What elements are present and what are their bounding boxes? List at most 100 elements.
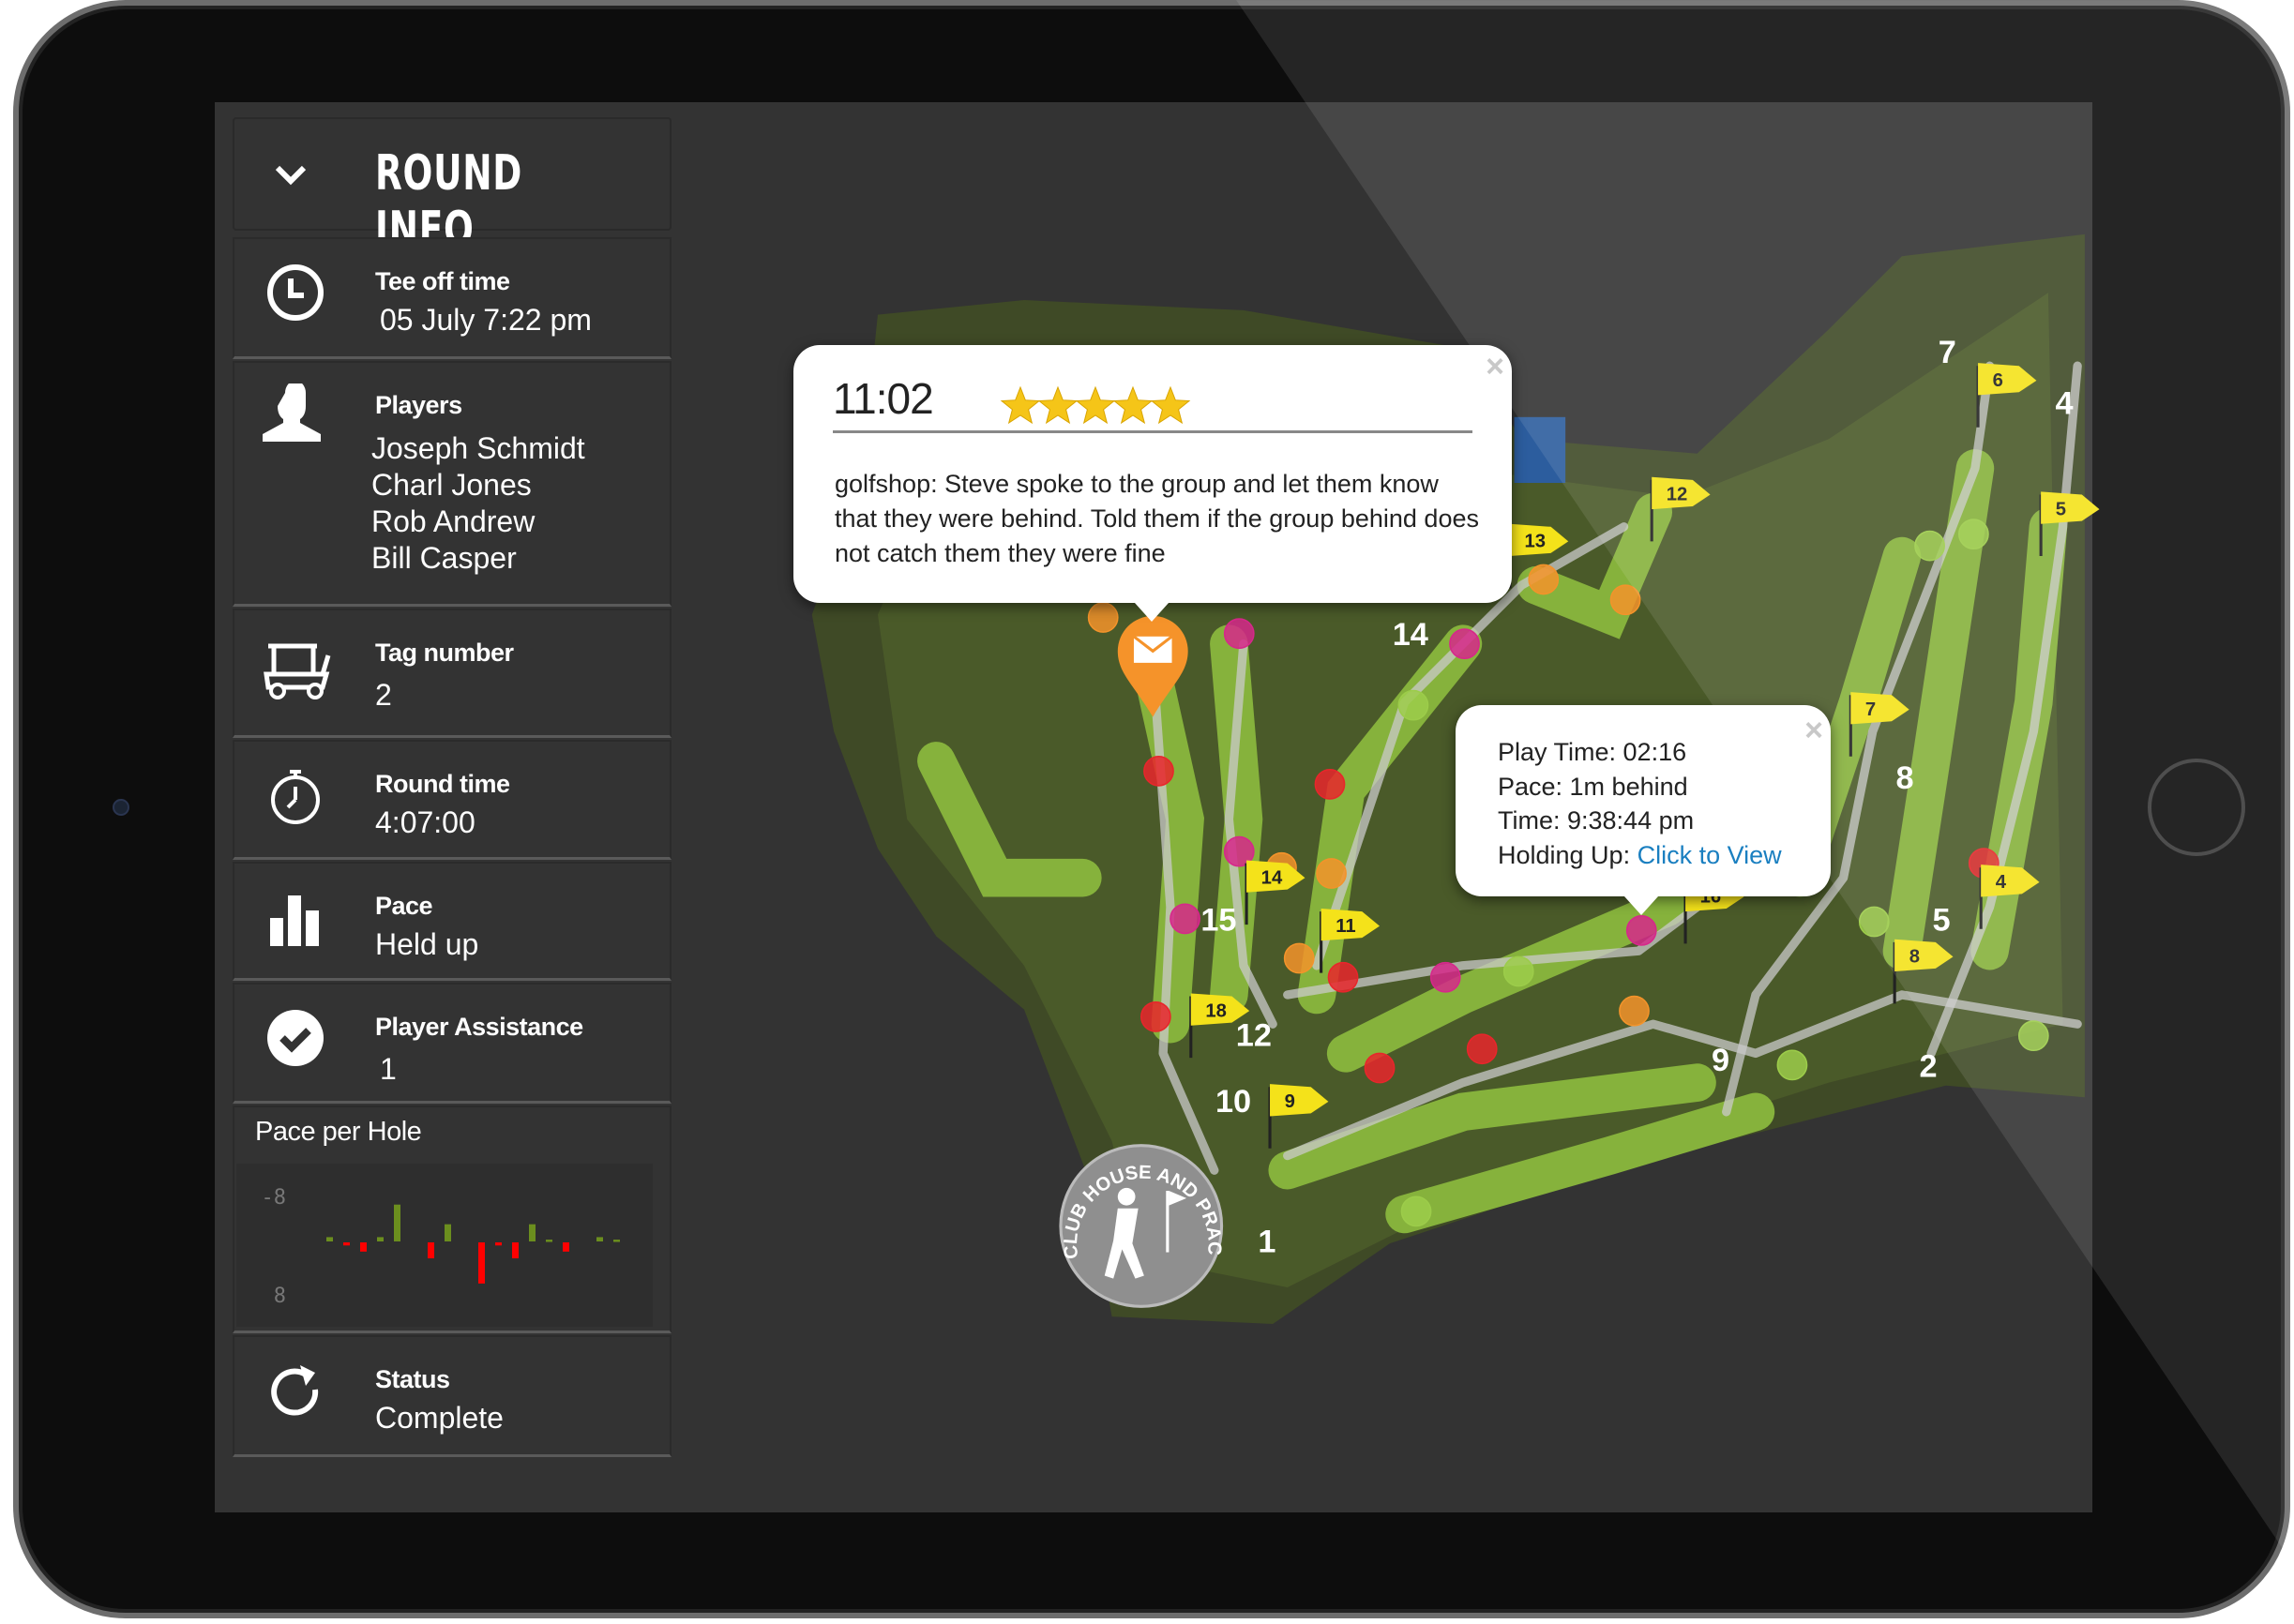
hole-number[interactable]: 12 <box>1236 1018 1272 1054</box>
holding-up-label: Holding Up: <box>1498 840 1637 869</box>
bar-hole-14 <box>546 1240 552 1242</box>
group-marker-behind[interactable] <box>1143 755 1174 787</box>
round-time-value: 4:07:00 <box>375 805 475 839</box>
hole-number[interactable]: 9 <box>1712 1043 1729 1078</box>
star-icon <box>1150 385 1191 425</box>
assistance-section: Player Assistance 1 <box>233 983 672 1104</box>
assistance-label: Player Assistance <box>375 1013 583 1041</box>
rating-stars <box>1000 385 1191 425</box>
tee-off-label: Tee off time <box>375 267 510 295</box>
group-marker-held-up[interactable] <box>1223 618 1255 650</box>
close-button[interactable]: × <box>1804 713 1823 749</box>
bar-hole-2 <box>343 1242 350 1246</box>
hole-label: 13 <box>1524 532 1546 552</box>
player-name: Bill Casper <box>371 541 517 575</box>
group-marker-warning[interactable] <box>1316 858 1347 889</box>
hole-label: 9 <box>1285 1091 1295 1112</box>
hole-number[interactable]: 1 <box>1258 1225 1275 1260</box>
tee-off-value: 05 July 7:22 pm <box>380 303 592 337</box>
tag-value: 2 <box>375 678 392 712</box>
close-button[interactable]: × <box>1486 349 1504 385</box>
message-text: golfshop: Steve spoke to the group and l… <box>835 470 1479 567</box>
hole-number[interactable]: 10 <box>1215 1084 1251 1120</box>
group-marker-held-up[interactable] <box>1449 628 1480 659</box>
hole-number[interactable]: 15 <box>1200 902 1236 938</box>
star-icon <box>1075 385 1116 425</box>
group-marker-held-up[interactable] <box>1170 903 1200 935</box>
divider <box>833 430 1472 433</box>
group-marker-behind[interactable] <box>1466 1033 1498 1065</box>
group-marker-warning[interactable] <box>1619 995 1650 1027</box>
player-name: Joseph Schmidt <box>371 431 585 465</box>
y-tick-label: 8 <box>274 1285 286 1308</box>
pace-section: Pace Held up <box>233 862 672 981</box>
star-icon <box>1000 385 1041 425</box>
bar-hole-1 <box>326 1237 333 1241</box>
bar-hole-7 <box>428 1242 434 1259</box>
group-marker-held-up[interactable] <box>1429 961 1461 993</box>
time-info: Time: 9:38:44 pm <box>1498 806 1695 835</box>
pace-value: Held up <box>375 927 479 961</box>
bar-hole-5 <box>394 1204 400 1241</box>
pace-label: Pace <box>375 892 433 920</box>
group-marker-ok[interactable] <box>1502 955 1534 987</box>
pace-per-hole-chart: -8 8 <box>236 1164 653 1327</box>
group-marker-warning[interactable] <box>1087 602 1119 633</box>
pace-info: Pace: 1m behind <box>1498 772 1688 801</box>
round-info-header[interactable]: ROUND INFO <box>233 117 672 258</box>
status-section: Status Complete <box>233 1335 672 1457</box>
hole-label: 18 <box>1205 1000 1227 1021</box>
group-marker-behind[interactable] <box>1364 1052 1396 1084</box>
hole-label: 12 <box>1236 1018 1272 1054</box>
bar-hole-17 <box>596 1237 603 1241</box>
envelope-icon <box>1133 635 1173 663</box>
hole-number[interactable]: 14 <box>1393 617 1428 653</box>
y-tick-label: -8 <box>262 1186 287 1210</box>
bar-hole-3 <box>360 1242 367 1252</box>
players-section: Players Joseph Schmidt Charl Jones Rob A… <box>233 361 672 607</box>
message-time: 11:02 <box>833 374 934 423</box>
hole-label: 15 <box>1200 902 1236 938</box>
bar-hole-11 <box>495 1242 502 1246</box>
tag-label: Tag number <box>375 639 514 667</box>
pace-per-hole-section: Pace per Hole -8 8 <box>233 1105 672 1333</box>
round-time-label: Round time <box>375 770 510 798</box>
status-label: Status <box>375 1365 450 1393</box>
tee-off-section: Tee off time 05 July 7:22 pm <box>233 237 672 359</box>
players-label: Players <box>375 391 462 419</box>
check-circle-icon <box>267 1010 324 1066</box>
group-marker-warning[interactable] <box>1283 942 1315 974</box>
assistance-value: 1 <box>380 1052 397 1086</box>
player-name: Rob Andrew <box>371 504 536 538</box>
hole-label: 14 <box>1393 617 1428 653</box>
user-icon <box>263 383 321 442</box>
chevron-down-icon[interactable] <box>274 155 308 192</box>
clock-icon <box>267 264 324 321</box>
click-to-view-link[interactable]: Click to View <box>1637 841 1782 869</box>
group-marker-behind[interactable] <box>1139 1001 1171 1032</box>
bar-hole-13 <box>529 1224 536 1241</box>
hole-number[interactable]: 2 <box>1919 1048 1937 1084</box>
group-marker-behind[interactable] <box>1327 961 1359 993</box>
golf-cart-icon <box>264 643 331 699</box>
stopwatch-icon <box>271 770 320 824</box>
group-marker-ok[interactable] <box>1400 1195 1432 1227</box>
star-icon <box>1112 385 1154 425</box>
play-time: Play Time: 02:16 <box>1498 738 1687 766</box>
group-marker-behind[interactable] <box>1314 768 1346 800</box>
bar-hole-4 <box>377 1237 384 1241</box>
bar-hole-8 <box>445 1224 451 1241</box>
message-popup: × 11:02 golfshop: Steve spoke to the gro… <box>793 345 1512 622</box>
group-marker-ok[interactable] <box>1776 1049 1808 1081</box>
round-time-section: Round time 4:07:00 <box>233 740 672 860</box>
hole-label: 10 <box>1215 1084 1251 1120</box>
player-name: Charl Jones <box>371 468 532 502</box>
group-marker-ok[interactable] <box>1397 689 1429 721</box>
bar-chart-icon <box>270 895 319 946</box>
pace-chart-title: Pace per Hole <box>255 1117 422 1147</box>
hole-label: 11 <box>1336 916 1355 937</box>
group-marker-warning[interactable] <box>1528 564 1560 595</box>
bar-hole-15 <box>563 1242 569 1252</box>
hole-label: 2 <box>1919 1048 1937 1084</box>
bar-hole-18 <box>613 1240 620 1242</box>
